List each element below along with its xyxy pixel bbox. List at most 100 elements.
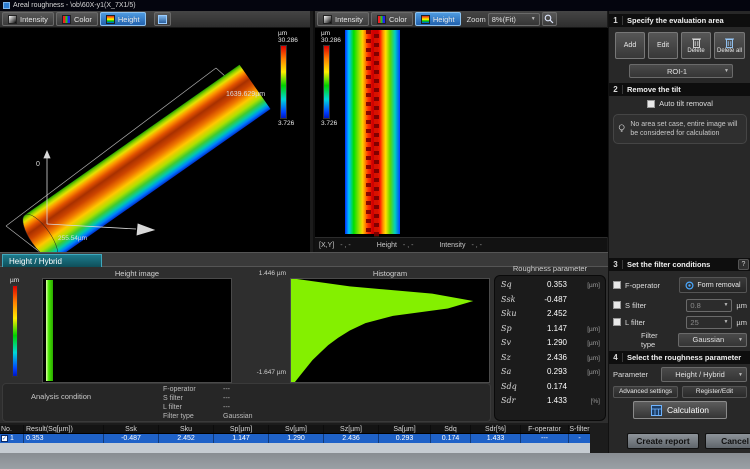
results-panel: Height / Hybrid Height image µm Histogra… (0, 252, 608, 423)
trash-all-icon (725, 37, 734, 48)
s-filter-value: 0.8 (690, 301, 700, 310)
l-filter-select[interactable]: 25 ▼ (686, 316, 732, 329)
table-row[interactable]: ✓1 0.353 -0.487 2.452 1.147 1.290 2.436 … (0, 434, 590, 443)
parameter-select[interactable]: Height / Hybrid ▼ (661, 367, 747, 382)
delete-all-roi-button[interactable]: Delete all (714, 32, 745, 59)
height-image-title: Height image (42, 269, 232, 278)
tab-height-hybrid[interactable]: Height / Hybrid (2, 254, 102, 267)
histogram-title: Histogram (290, 269, 490, 278)
roughness-row: Sdr1.433[%] (501, 396, 600, 411)
auto-tilt-label: Auto tilt removal (659, 99, 713, 108)
filter-type-select[interactable]: Gaussian ▼ (678, 333, 747, 347)
view-3d-button[interactable] (154, 12, 171, 26)
color-icon (377, 15, 386, 24)
tab-label: Height / Hybrid (9, 257, 62, 266)
color-button-2d[interactable]: Color (371, 12, 413, 26)
section-2-title: Remove the tilt (623, 85, 750, 94)
row-checkbox[interactable]: ✓ (1, 435, 8, 442)
mini-colorbar-gradient (12, 285, 18, 377)
colorbar-max: 30.286 (278, 37, 298, 44)
magnifier-button[interactable] (542, 12, 557, 26)
delete-label: Delete (687, 48, 704, 54)
section-3-header: 3 Set the filter conditions ? (609, 258, 750, 271)
height-button-2d[interactable]: Height (415, 12, 461, 26)
s-filter-select[interactable]: 0.8 ▼ (686, 299, 732, 312)
height-label: Height (433, 15, 455, 24)
calculation-label: Calculation (667, 405, 709, 415)
height-icon (421, 15, 430, 24)
table-empty-area (0, 443, 590, 453)
roughness-row: Ssk-0.487 (501, 295, 600, 310)
app-icon (3, 2, 10, 9)
viewer-2d: Intensity Color Height Zoom 8%(Fit) ▼ (313, 11, 607, 252)
section-4-header: 4 Select the roughness parameter (609, 351, 750, 364)
intensity-label: Intensity (20, 15, 48, 24)
color-button[interactable]: Color (56, 12, 98, 26)
chevron-down-icon: ▼ (723, 319, 728, 325)
colorbar-gradient (280, 45, 287, 119)
section-1-title: Specify the evaluation area (623, 16, 750, 25)
colorbar-unit: µm (278, 30, 298, 37)
section-2-header: 2 Remove the tilt (609, 83, 750, 96)
viewer-2d-statusbar: [X,Y]- , - Height- , - Intensity- , - (315, 237, 607, 252)
xy-label: [X,Y] (319, 242, 334, 249)
xy-value: - , - (340, 242, 351, 249)
section-1-number: 1 (609, 16, 623, 25)
chevron-down-icon: ▼ (738, 372, 743, 378)
form-removal-button[interactable]: Form removal (679, 277, 747, 293)
intensity-button[interactable]: Intensity (2, 12, 54, 26)
add-label: Add (624, 42, 636, 49)
histogram-canvas[interactable] (290, 278, 490, 383)
color-icon (62, 15, 71, 24)
add-roi-button[interactable]: Add (615, 32, 645, 59)
create-report-button[interactable]: Create report (627, 433, 699, 449)
axis-origin-label: 0 (36, 161, 40, 168)
analysis-condition-grid: F-operator--- S filter--- L filter--- Fi… (163, 384, 303, 421)
register-edit-label: Register/Edit (696, 388, 733, 395)
colorbar-gradient (323, 45, 330, 119)
help-button[interactable]: ? (738, 259, 749, 270)
form-removal-icon (685, 281, 694, 290)
length-dimension-label: 1639.629µm (226, 91, 265, 98)
viewer-2d-toolbar: Intensity Color Height Zoom 8%(Fit) ▼ (315, 11, 607, 28)
canvas-3d[interactable]: 0 1639.629µm 255.54µm µm 30.286 3.726 (0, 28, 310, 252)
roi-select[interactable]: ROI-1 ▼ (629, 64, 733, 78)
surface-3d-render: 0 1639.629µm 255.54µm (0, 28, 310, 252)
intensity-status-value: - , - (472, 242, 483, 249)
advanced-settings-button[interactable]: Advanced settings (613, 386, 678, 398)
register-edit-button[interactable]: Register/Edit (682, 386, 747, 398)
height-status-value: - , - (403, 242, 414, 249)
magnifier-icon (544, 14, 554, 24)
height-icon (106, 15, 115, 24)
f-operator-checkbox[interactable] (613, 281, 621, 289)
edit-roi-button[interactable]: Edit (648, 32, 678, 59)
l-filter-checkbox[interactable] (613, 318, 621, 326)
calculation-button[interactable]: Calculation (633, 401, 727, 419)
viewer-3d: Intensity Color Height (0, 11, 310, 252)
intensity-label: Intensity (335, 15, 363, 24)
color-label: Color (389, 15, 407, 24)
canvas-2d[interactable]: µm 30.286 3.726 (315, 28, 609, 237)
height-label: Height (118, 15, 140, 24)
s-filter-checkbox[interactable] (613, 301, 621, 309)
advanced-settings-label: Advanced settings (619, 388, 672, 395)
info-text: No area set case, entire image will be c… (630, 120, 742, 138)
roughness-row: Sp1.147[µm] (501, 324, 600, 339)
height-image-canvas[interactable] (42, 278, 232, 383)
s-filter-label: S filter (625, 301, 646, 310)
delete-roi-button[interactable]: Delete (681, 32, 711, 59)
height-button[interactable]: Height (100, 12, 146, 26)
filter-type-label: Filter type (641, 331, 674, 349)
height-status-label: Height (377, 242, 397, 249)
colorbar-3d: µm 30.286 3.726 (278, 30, 298, 127)
section-1-header: 1 Specify the evaluation area (609, 14, 750, 27)
intensity-button-2d[interactable]: Intensity (317, 12, 369, 26)
color-label: Color (74, 15, 92, 24)
roi-value: ROI-1 (633, 67, 721, 76)
zoom-select[interactable]: 8%(Fit) ▼ (488, 13, 540, 26)
texture-dots-left (366, 30, 371, 234)
cancel-button[interactable]: Cancel (705, 433, 750, 449)
auto-tilt-checkbox[interactable] (647, 100, 655, 108)
roughness-title: Roughness parameter (494, 264, 606, 275)
mini-colorbar: µm (10, 277, 19, 378)
